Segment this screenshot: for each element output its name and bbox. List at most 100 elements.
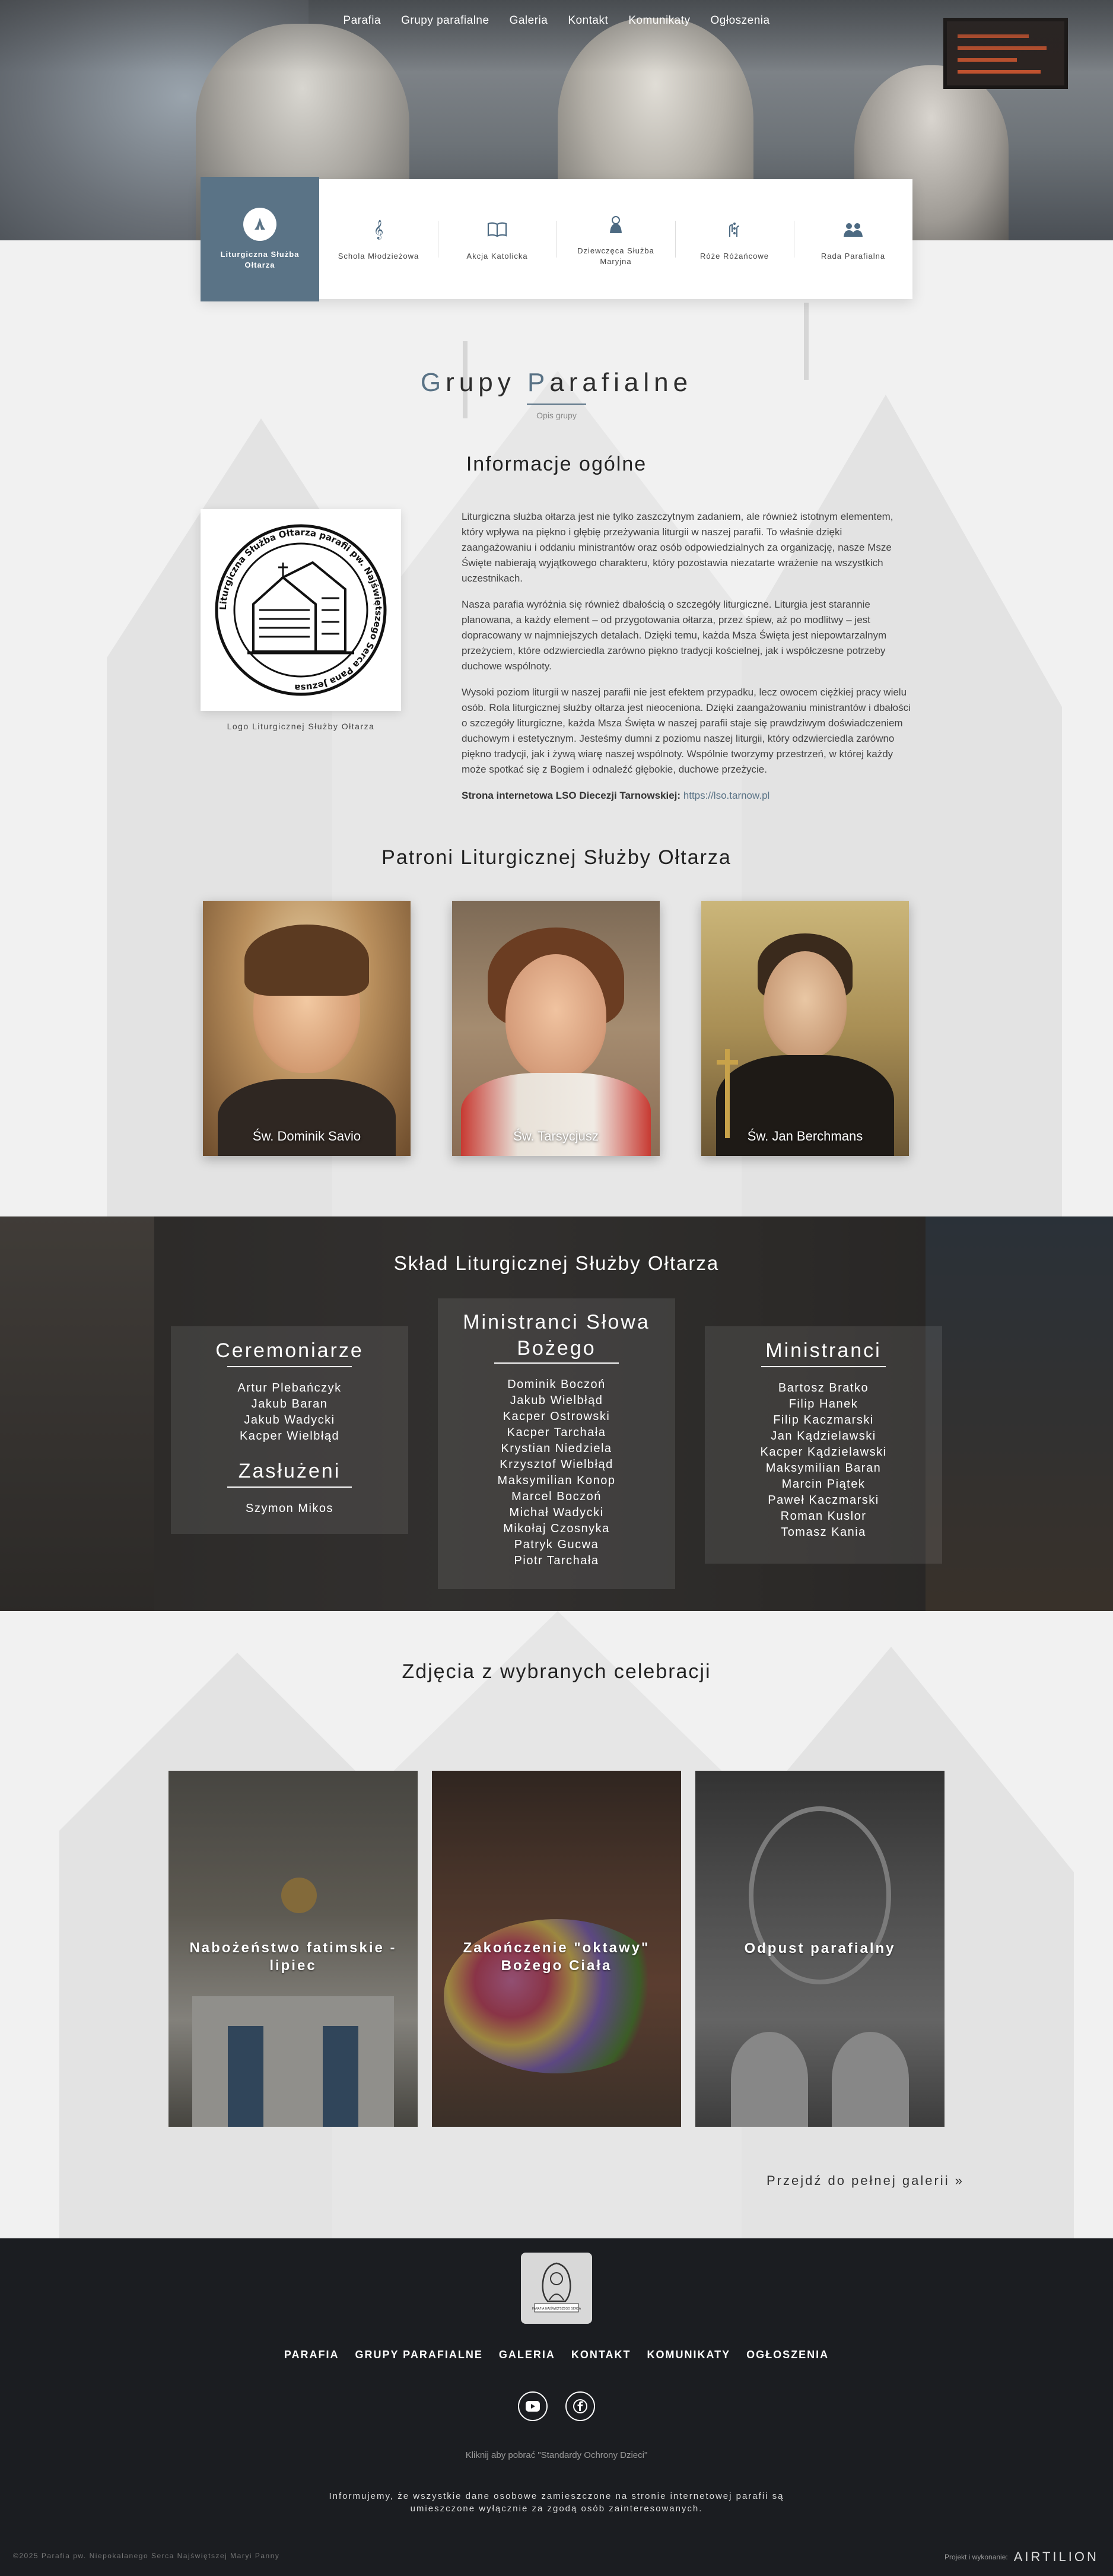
lso-logo-card: Liturgiczna Służba Ołtarza parafii pw. N… — [201, 509, 401, 711]
child-protection-standards-link[interactable]: Kliknij aby pobrać "Standardy Ochrony Dz… — [0, 2450, 1113, 2460]
gallery-item-fatimskie[interactable]: Nabożeństwo fatimskie - lipiec — [168, 1771, 418, 2127]
made-by: Projekt i wykonanie: AIRTILION — [945, 2549, 1099, 2565]
tab-label: Akcja Katolicka — [466, 252, 528, 261]
lso-website-link[interactable]: https://lso.tarnow.pl — [683, 790, 770, 801]
tab-rada-parafialna[interactable]: Rada Parafialna — [794, 179, 912, 299]
member-name: Szymon Mikos — [245, 1502, 334, 1515]
zasluzeni-title: Zasłużeni — [238, 1460, 341, 1482]
member-name: Kacper Kądzielawski — [760, 1446, 887, 1459]
member-name: Maksymilian Baran — [765, 1462, 882, 1475]
tab-liturgiczna-sluzba-oltarza[interactable]: Liturgiczna Służba Ołtarza — [201, 177, 319, 301]
ministranci-title: Ministranci — [765, 1339, 882, 1362]
social-links — [0, 2391, 1113, 2421]
member-name: Krzysztof Wielbłąd — [500, 1458, 613, 1471]
member-name: Jan Kądzielawski — [771, 1430, 876, 1443]
member-name: Patryk Gucwa — [514, 1538, 599, 1551]
member-name: Artur Plebańczyk — [237, 1381, 342, 1395]
parish-logo[interactable]: PARAFIA NAJŚWIĘTSZEGO SERCA — [521, 2253, 592, 2324]
zasluzeni-list: Szymon Mikos — [171, 1501, 408, 1517]
tab-label: Schola Młodzieżowa — [338, 252, 419, 261]
footer: PARAFIA NAJŚWIĘTSZEGO SERCA PARAFIA GRUP… — [0, 2238, 1113, 2576]
member-name: Kacper Ostrowski — [503, 1410, 610, 1423]
agency-logo[interactable]: AIRTILION — [1014, 2549, 1099, 2565]
nav-parafia[interactable]: Parafia — [343, 14, 381, 27]
top-nav: Parafia Grupy parafialne Galeria Kontakt… — [0, 14, 1113, 27]
member-name: Marcin Piątek — [781, 1478, 866, 1491]
patron-card-tarsycjusz[interactable]: Św. Tarsycjusz — [452, 901, 660, 1156]
rosary-hands-icon — [721, 217, 748, 243]
music-note-icon: 𝄞 — [373, 220, 384, 239]
ministranci-slowa-title: Ministranci Słowa Bożego — [463, 1311, 650, 1360]
footer-nav-kontakt[interactable]: KONTAKT — [571, 2349, 631, 2361]
gallery-caption: Odpust parafialny — [744, 1940, 896, 1956]
patron-name: Św. Tarsycjusz — [513, 1129, 599, 1144]
double-chevron-right-icon: » — [955, 2173, 964, 2188]
member-name: Tomasz Kania — [781, 1526, 866, 1539]
group-tabs: Liturgiczna Służba Ołtarza 𝄞 Schola Młod… — [201, 177, 912, 301]
member-name: Maksymilian Konop — [497, 1474, 616, 1487]
info-paragraph: Nasza parafia wyróżnia się również dbało… — [462, 599, 887, 672]
youtube-icon[interactable] — [518, 2391, 548, 2421]
sklad-heading: Skład Liturgicznej Służby Ołtarza — [393, 1252, 720, 1274]
nav-kontakt[interactable]: Kontakt — [568, 14, 608, 27]
made-by-label: Projekt i wykonanie: — [945, 2553, 1008, 2561]
open-book-icon — [484, 217, 510, 243]
patron-card-dominik[interactable]: Św. Dominik Savio — [203, 901, 411, 1156]
tab-label: Rada Parafialna — [821, 252, 886, 261]
nav-grupy-parafialne[interactable]: Grupy parafialne — [401, 14, 489, 27]
patron-card-jan-berchmans[interactable]: Św. Jan Berchmans — [701, 901, 909, 1156]
info-paragraph: Wysoki poziom liturgii w naszej parafii … — [462, 687, 911, 775]
member-name: Kacper Tarchała — [507, 1426, 606, 1439]
member-name: Filip Kaczmarski — [773, 1414, 874, 1427]
patrons-heading: Patroni Liturgicznej Służby Ołtarza — [381, 846, 732, 869]
gallery-item-odpust[interactable]: Odpust parafialny — [695, 1771, 945, 2127]
gallery-caption: Zakończenie "oktawy" Bożego Ciała — [463, 1940, 650, 1974]
patron-name: Św. Jan Berchmans — [747, 1129, 863, 1144]
tab-label: Róże Różańcowe — [700, 252, 769, 261]
tab-label: Dziewczęca Służba Maryjna — [577, 246, 654, 266]
info-text: Liturgiczna służba ołtarza jest nie tylk… — [462, 509, 912, 803]
copyright: ©2025 Parafia pw. Niepokalanego Serca Na… — [13, 2552, 280, 2560]
nav-komunikaty[interactable]: Komunikaty — [628, 14, 690, 27]
footer-nav-komunikaty[interactable]: KOMUNIKATY — [647, 2349, 731, 2361]
ceremoniarze-list: Artur Plebańczyk Jakub Baran Jakub Wadyc… — [171, 1380, 408, 1444]
tab-schola-mlodziezowa[interactable]: 𝄞 Schola Młodzieżowa — [319, 179, 438, 299]
tab-roze-rozancowe[interactable]: Róże Różańcowe — [675, 179, 794, 299]
footer-nav-parafia[interactable]: PARAFIA — [284, 2349, 339, 2361]
nav-galeria[interactable]: Galeria — [510, 14, 548, 27]
member-name: Michał Wadycki — [509, 1506, 604, 1519]
member-name: Piotr Tarchała — [514, 1554, 599, 1567]
footer-nav-galeria[interactable]: GALERIA — [499, 2349, 555, 2361]
tab-dziewczeca-sluzba-maryjna[interactable]: Dziewczęca Służba Maryjna — [556, 179, 675, 299]
info-paragraph: Liturgiczna służba ołtarza jest nie tylk… — [462, 511, 893, 584]
member-name: Krystian Niedziela — [501, 1442, 612, 1455]
lso-website-row: Strona internetowa LSO Diecezji Tarnowsk… — [462, 788, 912, 803]
member-name: Mikołaj Czosnyka — [503, 1522, 610, 1535]
ceremoniarze-title: Ceremoniarze — [215, 1339, 364, 1362]
full-gallery-label: Przejdź do pełnej galerii — [767, 2173, 950, 2188]
member-name: Filip Hanek — [788, 1397, 858, 1411]
gallery-item-oktawa[interactable]: Zakończenie "oktawy" Bożego Ciała — [432, 1771, 681, 2127]
member-name: Paweł Kaczmarski — [768, 1494, 879, 1507]
gallery-caption: Nabożeństwo fatimskie - lipiec — [189, 1940, 397, 1974]
ministranci-box: Ministranci Bartosz Bratko Filip Hanek F… — [705, 1326, 942, 1564]
page-title: Grupy Parafialne — [420, 368, 693, 397]
gallery-heading: Zdjęcia z wybranych celebracji — [402, 1660, 711, 1683]
facebook-icon[interactable] — [565, 2391, 595, 2421]
svg-text:PARAFIA NAJŚWIĘTSZEGO SERCA: PARAFIA NAJŚWIĘTSZEGO SERCA — [532, 2307, 581, 2311]
member-name: Roman Kuslor — [780, 1510, 867, 1523]
member-name: Jakub Wadycki — [244, 1414, 335, 1427]
ceremoniarze-box: Ceremoniarze Artur Plebańczyk Jakub Bara… — [171, 1326, 408, 1534]
praying-hands-icon — [243, 208, 276, 241]
tab-label: Liturgiczna Służba Ołtarza — [220, 250, 300, 269]
mary-icon — [603, 211, 629, 237]
member-name: Jakub Baran — [251, 1397, 328, 1411]
nav-ogloszenia[interactable]: Ogłoszenia — [711, 14, 770, 27]
footer-nav-ogloszenia[interactable]: OGŁOSZENIA — [746, 2349, 829, 2361]
title-underline — [527, 404, 586, 405]
footer-nav-grupy-parafialne[interactable]: GRUPY PARAFIALNE — [355, 2349, 482, 2361]
member-name: Jakub Wielbłąd — [510, 1394, 603, 1407]
patron-name: Św. Dominik Savio — [252, 1129, 361, 1144]
tab-akcja-katolicka[interactable]: Akcja Katolicka — [438, 179, 556, 299]
full-gallery-link[interactable]: Przejdź do pełnej galerii » — [767, 2173, 964, 2189]
